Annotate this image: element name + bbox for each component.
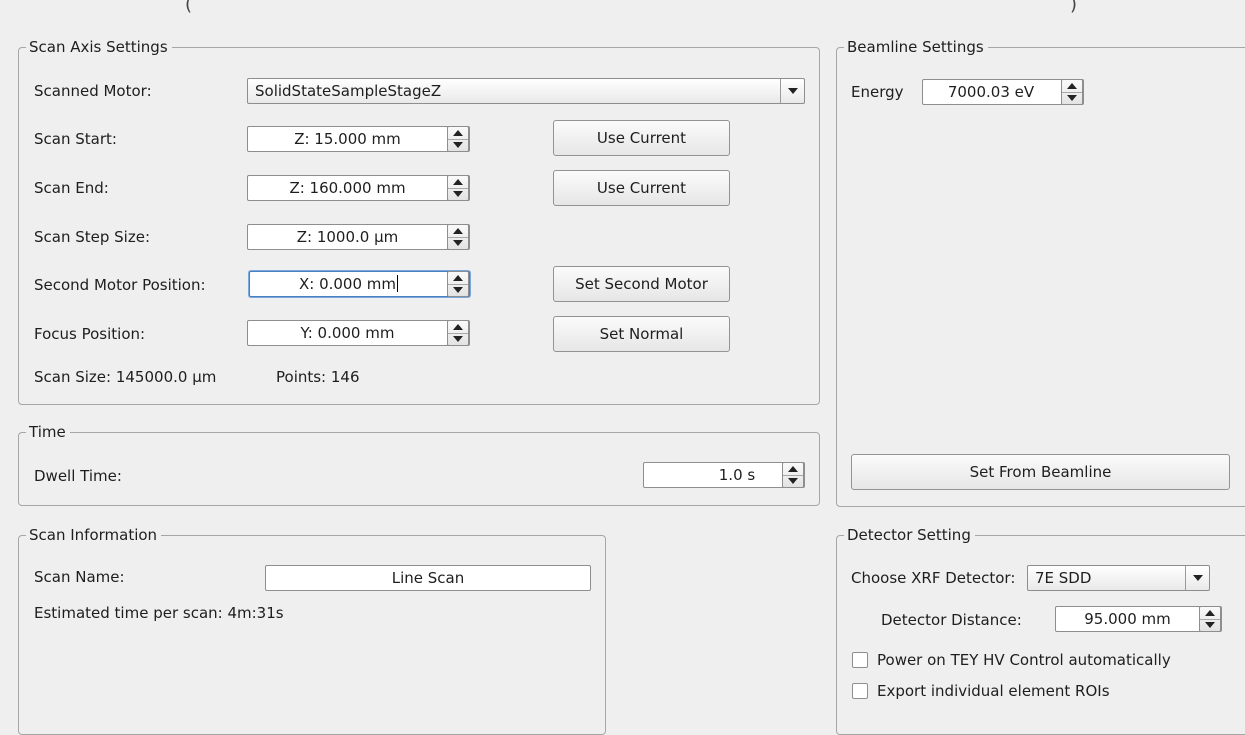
- scan-step-size-label: Scan Step Size:: [34, 228, 151, 246]
- detector-setting-title: Detector Setting: [844, 525, 975, 545]
- export-rois-checkbox[interactable]: [852, 683, 868, 699]
- spin-up-icon[interactable]: [448, 176, 468, 189]
- set-normal-button[interactable]: Set Normal: [553, 316, 730, 352]
- scan-size-text: Scan Size: 145000.0 µm: [34, 368, 217, 386]
- scan-step-size-value: Z: 1000.0 µm: [296, 228, 399, 246]
- scan-start-label: Scan Start:: [34, 130, 117, 148]
- second-motor-position-spinbox[interactable]: X: 0.000 mm: [249, 271, 470, 297]
- scan-end-value: Z: 160.000 mm: [289, 179, 406, 197]
- scan-start-spinbox[interactable]: Z: 15.000 mm: [247, 126, 470, 152]
- spin-down-icon[interactable]: [448, 238, 468, 250]
- spin-up-icon[interactable]: [448, 272, 468, 285]
- detector-distance-spinbox[interactable]: 95.000 mm: [1055, 606, 1222, 632]
- scan-name-label: Scan Name:: [34, 568, 125, 586]
- scan-start-value: Z: 15.000 mm: [294, 130, 401, 148]
- spin-up-icon[interactable]: [448, 321, 468, 334]
- points-text: Points: 146: [276, 368, 360, 386]
- spin-down-icon[interactable]: [448, 140, 468, 152]
- spin-up-icon[interactable]: [448, 127, 468, 140]
- scan-axis-settings-title: Scan Axis Settings: [26, 37, 172, 57]
- dwell-time-label: Dwell Time:: [34, 467, 122, 485]
- spin-down-icon[interactable]: [448, 189, 468, 201]
- focus-position-spinbox[interactable]: Y: 0.000 mm: [247, 320, 470, 346]
- top-right-paren: ): [1070, 0, 1078, 15]
- spin-down-icon[interactable]: [1200, 620, 1220, 632]
- scan-step-size-spinbox[interactable]: Z: 1000.0 µm: [247, 224, 470, 250]
- focus-position-value: Y: 0.000 mm: [300, 324, 395, 342]
- second-motor-position-field[interactable]: X: 0.000 mm: [250, 274, 447, 294]
- export-rois-label: Export individual element ROIs: [877, 682, 1110, 700]
- spin-down-icon[interactable]: [448, 285, 468, 297]
- scanned-motor-label: Scanned Motor:: [34, 82, 152, 100]
- chevron-down-icon[interactable]: [780, 79, 804, 103]
- power-tey-label: Power on TEY HV Control automatically: [877, 651, 1171, 669]
- spin-down-icon[interactable]: [783, 476, 803, 488]
- spin-up-icon[interactable]: [1062, 80, 1082, 93]
- xrf-detector-combo[interactable]: 7E SDD: [1027, 565, 1210, 591]
- spin-up-icon[interactable]: [1200, 607, 1220, 620]
- choose-xrf-detector-label: Choose XRF Detector:: [851, 569, 1016, 587]
- use-current-end-button[interactable]: Use Current: [553, 170, 730, 206]
- scan-information-title: Scan Information: [26, 525, 162, 545]
- dwell-time-spinbox[interactable]: 1.0 s: [643, 462, 805, 488]
- time-title: Time: [26, 422, 70, 442]
- energy-spinbox[interactable]: 7000.03 eV: [922, 79, 1084, 105]
- second-motor-position-value: X: 0.000 mm: [298, 275, 397, 293]
- dwell-time-value: 1.0 s: [718, 466, 756, 484]
- detector-distance-value: 95.000 mm: [1084, 610, 1171, 628]
- scanned-motor-combo[interactable]: SolidStateSampleStageZ: [247, 78, 805, 104]
- use-current-start-button[interactable]: Use Current: [553, 120, 730, 156]
- energy-label: Energy: [851, 83, 904, 101]
- beamline-settings-title: Beamline Settings: [844, 37, 988, 57]
- scan-end-spinbox[interactable]: Z: 160.000 mm: [247, 175, 470, 201]
- second-motor-position-label: Second Motor Position:: [34, 276, 206, 294]
- spin-down-icon[interactable]: [448, 334, 468, 346]
- spin-up-icon[interactable]: [448, 225, 468, 238]
- scan-name-input[interactable]: Line Scan: [265, 565, 591, 591]
- top-left-paren: (: [185, 0, 193, 15]
- estimated-time-text: Estimated time per scan: 4m:31s: [34, 604, 284, 622]
- chevron-down-icon[interactable]: [1185, 566, 1209, 590]
- xrf-detector-value: 7E SDD: [1035, 569, 1092, 587]
- beamline-settings-group: Beamline Settings: [836, 37, 1245, 507]
- set-from-beamline-button[interactable]: Set From Beamline: [851, 454, 1230, 490]
- energy-value: 7000.03 eV: [947, 83, 1035, 101]
- set-second-motor-button[interactable]: Set Second Motor: [553, 266, 730, 302]
- spin-down-icon[interactable]: [1062, 93, 1082, 105]
- spin-up-icon[interactable]: [783, 463, 803, 476]
- text-cursor: [397, 275, 399, 292]
- focus-position-label: Focus Position:: [34, 325, 146, 343]
- detector-distance-label: Detector Distance:: [881, 611, 1022, 629]
- scan-end-label: Scan End:: [34, 179, 109, 197]
- scanned-motor-value: SolidStateSampleStageZ: [255, 82, 442, 100]
- power-tey-checkbox[interactable]: [852, 652, 868, 668]
